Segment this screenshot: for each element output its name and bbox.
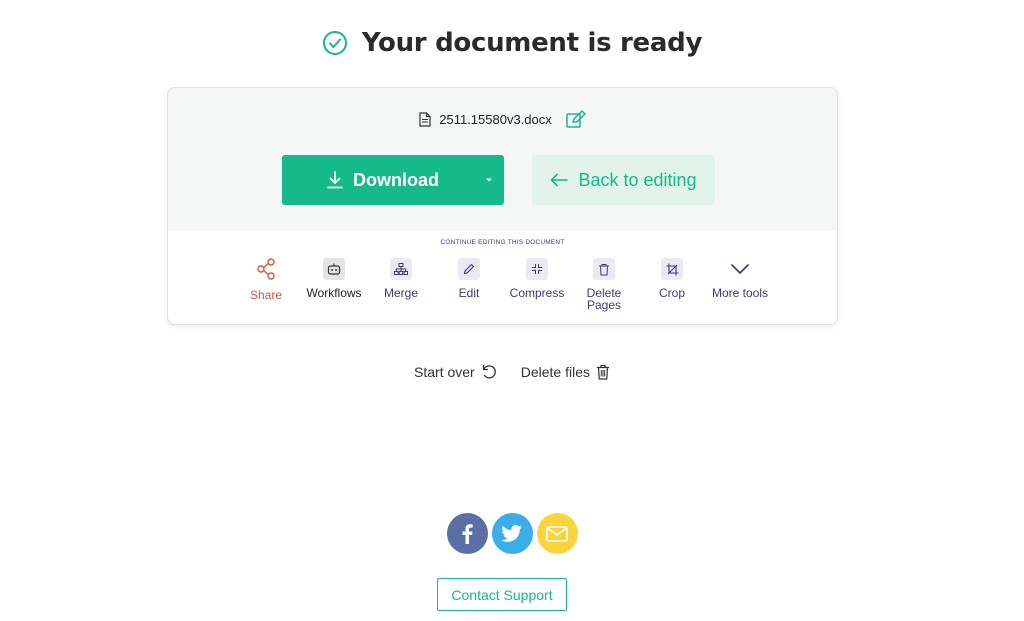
file-name: 2511.15580v3.docx [439,111,552,127]
social-share-row [0,513,1024,554]
chevron-down-icon [729,258,751,280]
facebook-share-button[interactable] [446,513,488,554]
document-icon [419,111,431,127]
start-over-button[interactable]: Start over [414,364,497,380]
download-options-toggle[interactable] [474,155,504,205]
arrow-left-icon [551,173,569,187]
envelope-icon [546,525,568,542]
card-top-section: 2511.15580v3.docx Download Back to editi… [168,88,837,231]
tool-edit-label: Edit [458,286,480,300]
email-share-button[interactable] [536,513,578,554]
caret-down-icon [486,178,492,182]
twitter-icon [501,524,522,542]
download-main[interactable]: Download [282,170,474,191]
trash-icon [593,258,615,280]
tool-delete-pages-label-line2: Pages [586,298,622,312]
crop-icon [661,258,683,280]
check-circle-icon [322,31,347,55]
rename-icon[interactable] [566,110,586,128]
merge-icon [390,258,412,280]
download-label: Download [353,169,439,190]
tool-share-label: Share [249,288,283,302]
undo-icon [482,364,496,379]
trash-icon [596,364,609,380]
tool-more-label: More tools [711,286,769,300]
download-button[interactable]: Download [282,155,504,205]
start-over-label: Start over [414,364,475,380]
tool-merge-label: Merge [383,286,418,300]
compress-icon [526,258,548,280]
tool-delete-pages-label: Delete Pages [587,287,622,311]
delete-files-label: Delete files [520,364,590,380]
back-label: Back to editing [578,169,697,190]
download-icon [327,171,343,189]
contact-support-button[interactable]: Contact Support [437,578,567,611]
continue-editing-label: CONTINUE EDITING THIS DOCUMENT [440,239,565,246]
delete-files-button[interactable]: Delete files [521,364,610,380]
result-card: 2511.15580v3.docx Download Back to editi… [167,87,838,325]
secondary-actions: Start over Delete files [0,364,1024,380]
tool-compress-label: Compress [509,286,565,300]
robot-icon [323,258,345,280]
back-to-editing-button[interactable]: Back to editing [532,155,715,205]
page-header: Your document is ready [0,28,1024,58]
filename-row: 2511.15580v3.docx [168,110,837,128]
pencil-icon [458,258,480,280]
twitter-share-button[interactable] [491,513,533,554]
tool-more[interactable]: More tools [700,258,780,299]
tool-crop-label: Crop [658,286,685,300]
tool-workflows-label: Workflows [306,286,362,300]
share-icon [255,258,277,280]
page-title: Your document is ready [361,28,703,58]
facebook-icon [462,523,473,544]
